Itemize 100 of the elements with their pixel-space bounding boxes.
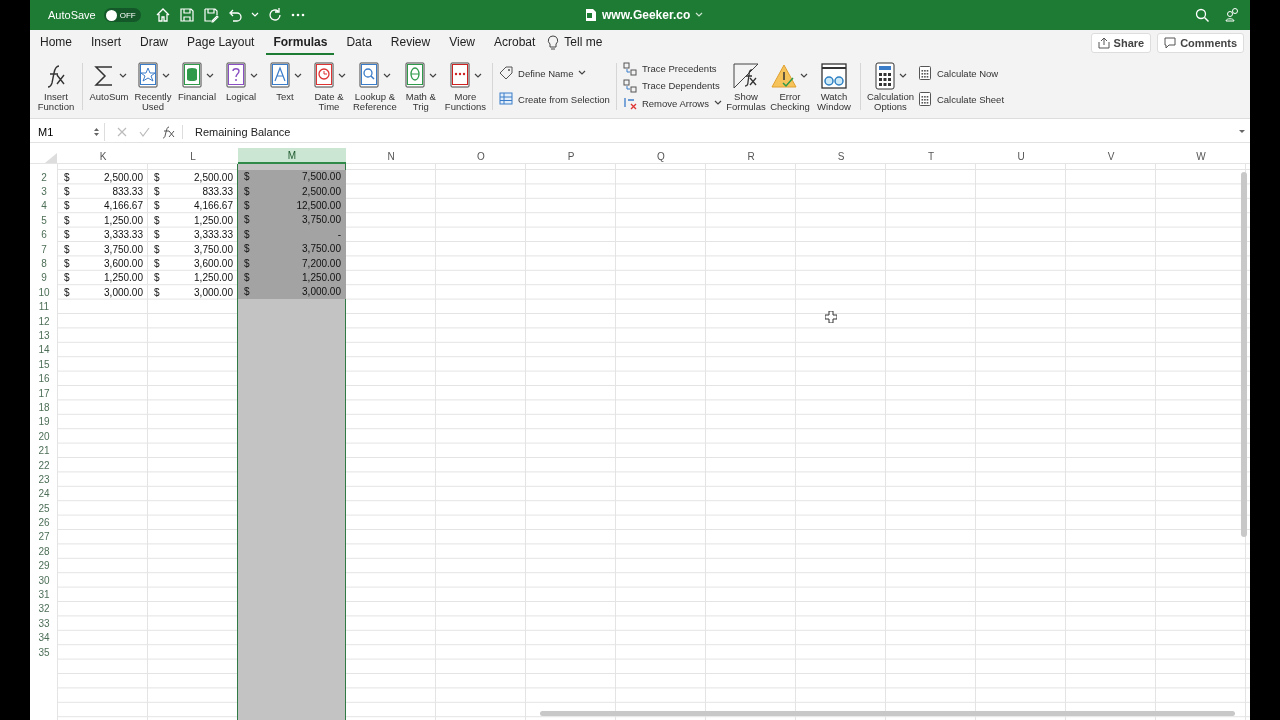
formula-field[interactable]: Remaining Balance (195, 126, 1226, 138)
row-header[interactable]: 8 (30, 256, 58, 271)
menu-tab[interactable]: Data (339, 31, 379, 55)
ribbon-button[interactable]: AutoSum (89, 60, 129, 118)
row-header[interactable]: 21 (30, 443, 58, 458)
column-header[interactable]: W (1156, 148, 1246, 164)
caret-icon[interactable] (695, 12, 704, 18)
redo-icon[interactable] (266, 7, 283, 23)
row-header[interactable]: 34 (30, 630, 58, 645)
row-header[interactable]: 7 (30, 241, 58, 257)
ribbon-button[interactable]: Define Name (499, 66, 610, 80)
column-header[interactable]: T (886, 148, 976, 164)
row-header[interactable]: 19 (30, 414, 58, 430)
ribbon-button[interactable]: Recently Used (133, 60, 173, 118)
menu-tab[interactable]: View (442, 31, 482, 55)
row-header[interactable]: 3 (30, 184, 58, 199)
row-header[interactable]: 16 (30, 371, 58, 386)
ribbon-button[interactable]: Lookup & Reference (353, 60, 397, 118)
column-header[interactable]: Q (616, 148, 706, 164)
ribbon-button[interactable]: Create from Selection (499, 92, 610, 106)
ribbon-button[interactable]: Watch Window (813, 60, 854, 118)
column-header[interactable]: V (1066, 148, 1156, 164)
ribbon-button[interactable]: Text (265, 60, 305, 118)
ribbon-button[interactable]: Trace Dependents (622, 79, 722, 93)
ribbon-button[interactable]: Trace Precedents (622, 61, 722, 76)
cell-value: 1,250.00 (104, 272, 143, 284)
row-header[interactable]: 27 (30, 529, 58, 545)
column-header[interactable]: U (976, 148, 1066, 164)
home-icon[interactable] (154, 7, 171, 23)
column-header[interactable]: R (706, 148, 796, 164)
row-header[interactable]: 4 (30, 198, 58, 214)
row-header[interactable]: 5 (30, 213, 58, 228)
more-icon[interactable] (290, 13, 305, 17)
fx-icon[interactable] (162, 125, 176, 139)
currency-symbol: $ (244, 185, 250, 197)
row-header[interactable]: 14 (30, 342, 58, 358)
row-header[interactable]: 6 (30, 227, 58, 242)
save-as-icon[interactable] (202, 7, 219, 23)
ribbon-button[interactable]: Date & Time (309, 60, 349, 118)
row-header[interactable]: 18 (30, 400, 58, 415)
vertical-scrollbar[interactable] (1241, 172, 1247, 537)
row-header[interactable]: 2 (30, 170, 58, 185)
menu-tab[interactable]: Home (33, 31, 79, 55)
save-icon[interactable] (178, 7, 195, 23)
ribbon-button[interactable]: Calculate Now (917, 66, 1005, 80)
row-header[interactable]: 31 (30, 587, 58, 602)
row-header[interactable]: 22 (30, 457, 58, 473)
row-header[interactable]: 13 (30, 328, 58, 343)
menu-tab[interactable]: Review (383, 31, 438, 55)
column-header[interactable]: L (148, 148, 238, 164)
row-header[interactable]: 10 (30, 285, 58, 300)
column-header[interactable]: O (436, 148, 526, 164)
check-icon[interactable] (139, 127, 150, 137)
magnifier-icon (358, 62, 381, 90)
horizontal-scrollbar[interactable] (540, 711, 1235, 716)
menu-tab[interactable]: Insert (84, 31, 129, 55)
name-box[interactable]: M1 (30, 123, 105, 141)
menu-tab[interactable]: Acrobat (486, 31, 543, 55)
column-header[interactable]: N (346, 148, 436, 164)
caret-icon[interactable] (1238, 129, 1246, 135)
row-header[interactable]: 25 (30, 501, 58, 516)
row-header[interactable]: 24 (30, 486, 58, 501)
column-header[interactable]: K (58, 148, 148, 164)
row-header[interactable]: 12 (30, 313, 58, 329)
comments-button[interactable]: Comments (1157, 33, 1244, 53)
row-header[interactable]: 11 (30, 299, 58, 314)
ribbon-button[interactable]: Financial (177, 60, 217, 118)
row-header[interactable]: 26 (30, 515, 58, 530)
ribbon-button[interactable]: Math & Trig (400, 60, 441, 118)
ribbon-button[interactable]: Insert Function (36, 60, 76, 118)
row-header[interactable]: 32 (30, 601, 58, 617)
ribbon-button[interactable]: Remove Arrows (622, 96, 722, 111)
row-header[interactable]: 15 (30, 357, 58, 372)
people-icon[interactable] (1224, 7, 1240, 23)
row-header[interactable]: 29 (30, 558, 58, 573)
row-header[interactable]: 23 (30, 472, 58, 487)
ribbon-button[interactable]: Error Checking (769, 60, 810, 118)
autosave-toggle[interactable]: OFF (103, 8, 141, 22)
ribbon-button[interactable]: More Functions (444, 60, 487, 118)
tell-me-search[interactable]: Tell me (557, 31, 610, 55)
menu-tab[interactable]: Draw (133, 31, 176, 55)
row-header[interactable]: 33 (30, 616, 58, 631)
row-header[interactable]: 9 (30, 270, 58, 286)
row-header[interactable]: 28 (30, 544, 58, 559)
ribbon-button[interactable]: Calculation Options (866, 60, 914, 118)
column-header[interactable]: M (238, 148, 346, 164)
menu-tab[interactable]: Page Layout (180, 31, 262, 55)
row-header[interactable]: 17 (30, 385, 58, 401)
currency-symbol: $ (154, 200, 160, 212)
column-header[interactable]: S (796, 148, 886, 164)
share-button[interactable]: Share (1090, 33, 1152, 53)
column-header[interactable]: P (526, 148, 616, 164)
ribbon-button[interactable]: Show Formulas (725, 60, 766, 118)
ribbon-button[interactable]: Calculate Sheet (917, 92, 1005, 106)
ribbon-button[interactable]: Logical (221, 60, 261, 118)
row-header[interactable]: 30 (30, 572, 58, 588)
search-icon[interactable] (1195, 7, 1210, 23)
row-header[interactable]: 35 (30, 644, 58, 660)
row-header[interactable]: 20 (30, 429, 58, 444)
currency-symbol: $ (64, 272, 70, 284)
